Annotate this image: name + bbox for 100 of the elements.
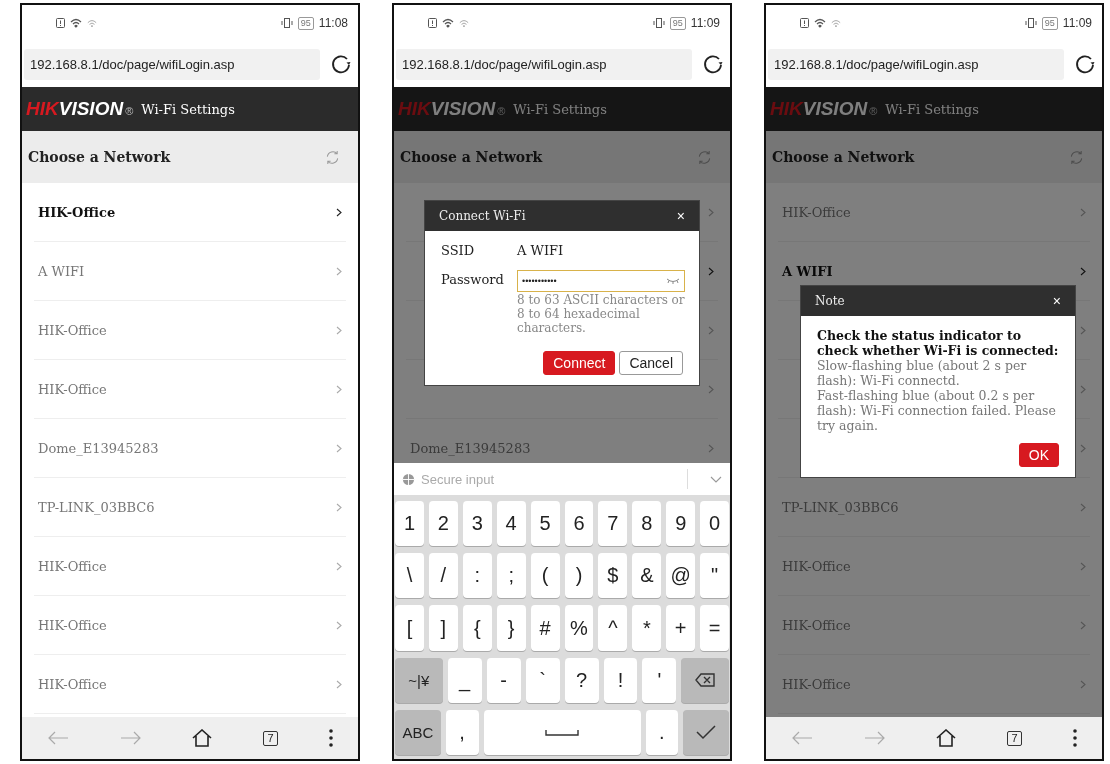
keyboard-key[interactable]: [ bbox=[395, 605, 424, 651]
reload-button[interactable] bbox=[1074, 53, 1096, 75]
backspace-icon bbox=[695, 673, 716, 688]
network-item[interactable]: Dome_E13945283 bbox=[34, 419, 346, 478]
keyboard-key[interactable]: ' bbox=[642, 657, 677, 703]
note-heading: Check the status indicator to check whether Wi-Fi is connected: bbox=[817, 328, 1059, 358]
keyboard-key[interactable]: ^ bbox=[598, 605, 628, 651]
section-title: Choose a Network bbox=[772, 149, 915, 165]
keyboard-key[interactable]: @ bbox=[666, 553, 696, 599]
field-label: SSID bbox=[441, 243, 476, 258]
brand-logo: HIKVISION® bbox=[26, 98, 134, 120]
keyboard-key[interactable]: ( bbox=[530, 553, 560, 599]
section-title: Choose a Network bbox=[28, 149, 171, 165]
keyboard-key[interactable]: 6 bbox=[564, 501, 594, 547]
keyboard-key[interactable]: 8 bbox=[632, 501, 662, 547]
keyboard-key[interactable]: 5 bbox=[530, 501, 560, 547]
vibrate-icon bbox=[280, 18, 293, 28]
keyboard-key[interactable]: 2 bbox=[428, 501, 458, 547]
keyboard-key[interactable]: ABC bbox=[395, 709, 441, 755]
keyboard-key[interactable]: : bbox=[462, 553, 492, 599]
reload-icon bbox=[1074, 53, 1096, 75]
network-item[interactable]: HIK-Office bbox=[34, 301, 346, 360]
tabs-button[interactable]: 7 bbox=[1007, 730, 1023, 746]
keyboard-key[interactable]: 1 bbox=[395, 501, 424, 547]
page-title: Wi-Fi Settings bbox=[141, 101, 235, 117]
keyboard-key[interactable]: 7 bbox=[598, 501, 628, 547]
address-bar[interactable]: 192.168.8.1/doc/page/wifiLogin.asp bbox=[24, 48, 320, 80]
keyboard-key[interactable]: # bbox=[530, 605, 560, 651]
keyboard-key[interactable]: = bbox=[700, 605, 730, 651]
keyboard-key[interactable]: / bbox=[428, 553, 458, 599]
chevron-icon bbox=[336, 384, 342, 394]
chevron-icon bbox=[336, 679, 342, 689]
backspace-key[interactable] bbox=[681, 657, 730, 703]
home-button[interactable] bbox=[936, 729, 957, 747]
clock-time: 11:09 bbox=[690, 16, 720, 30]
keyboard-key[interactable]: 9 bbox=[666, 501, 696, 547]
chevron-icon bbox=[708, 325, 714, 335]
keyboard-key[interactable]: . bbox=[645, 709, 679, 755]
network-item[interactable]: HIK-Office bbox=[34, 360, 346, 419]
chevron-icon bbox=[336, 266, 342, 276]
space-icon bbox=[545, 728, 579, 737]
keyboard-key[interactable]: 4 bbox=[496, 501, 526, 547]
chevron-icon bbox=[1080, 443, 1086, 453]
check-icon bbox=[696, 724, 717, 741]
home-button[interactable] bbox=[192, 729, 213, 747]
wifi-icon bbox=[87, 18, 97, 28]
refresh-icon bbox=[325, 149, 340, 165]
tabs-button[interactable]: 7 bbox=[263, 730, 279, 746]
network-item[interactable]: HIK-Office bbox=[34, 655, 346, 714]
password-field[interactable]: ••••••••••• bbox=[517, 270, 685, 292]
reload-button[interactable] bbox=[702, 53, 724, 75]
keyboard-key[interactable]: ; bbox=[496, 553, 526, 599]
address-bar[interactable]: 192.168.8.1/doc/page/wifiLogin.asp bbox=[768, 48, 1064, 80]
chevron-icon bbox=[1080, 620, 1086, 630]
address-bar[interactable]: 192.168.8.1/doc/page/wifiLogin.asp bbox=[396, 48, 692, 80]
reload-button[interactable] bbox=[330, 53, 352, 75]
network-item[interactable]: TP-LINK_03BBC6 bbox=[34, 478, 346, 537]
wifi-icon bbox=[814, 18, 826, 28]
network-item[interactable]: HIK-Office bbox=[34, 183, 346, 242]
keyboard-key[interactable]: - bbox=[486, 657, 521, 703]
chevron-icon bbox=[336, 502, 342, 512]
keyboard-key[interactable]: $ bbox=[598, 553, 628, 599]
network-item[interactable]: HIK-Office bbox=[34, 537, 346, 596]
clock-time: 11:09 bbox=[1062, 16, 1092, 30]
battery-indicator: 95 bbox=[297, 16, 314, 30]
keyboard-key[interactable]: _ bbox=[447, 657, 482, 703]
keyboard-key[interactable]: ~|¥ bbox=[395, 657, 443, 703]
menu-button[interactable] bbox=[1072, 729, 1077, 747]
secondary-button[interactable]: Cancel bbox=[619, 351, 683, 376]
primary-button[interactable]: Connect bbox=[543, 351, 616, 376]
home-icon bbox=[192, 729, 213, 747]
keyboard-key[interactable]: % bbox=[564, 605, 594, 651]
page-title: Wi-Fi Settings bbox=[885, 101, 979, 117]
keyboard-key[interactable]: ? bbox=[564, 657, 599, 703]
primary-button[interactable]: OK bbox=[1018, 443, 1059, 467]
keyboard-key[interactable]: ] bbox=[428, 605, 458, 651]
network-item[interactable]: HIK-Office bbox=[34, 596, 346, 655]
keyboard-key[interactable]: ` bbox=[525, 657, 560, 703]
ssid-value: A WIFI bbox=[517, 243, 565, 258]
keyboard-key[interactable]: { bbox=[462, 605, 492, 651]
network-item[interactable]: A WIFI bbox=[34, 242, 346, 301]
keyboard-key[interactable]: , bbox=[445, 709, 479, 755]
keyboard-key[interactable]: \ bbox=[395, 553, 424, 599]
keyboard-key[interactable]: } bbox=[496, 605, 526, 651]
close-button[interactable]: × bbox=[676, 208, 685, 224]
menu-icon bbox=[328, 729, 333, 747]
keyboard-key[interactable]: 0 bbox=[700, 501, 730, 547]
chevron-icon bbox=[708, 207, 714, 217]
done-key[interactable] bbox=[683, 709, 729, 755]
brand-logo: HIKVISION® bbox=[770, 98, 878, 120]
chevron-icon bbox=[1080, 561, 1086, 571]
keyboard-key[interactable]: 3 bbox=[462, 501, 492, 547]
menu-button[interactable] bbox=[328, 729, 333, 747]
keyboard-key[interactable]: " bbox=[700, 553, 730, 599]
keyboard-key[interactable]: + bbox=[666, 605, 696, 651]
keyboard-key[interactable]: & bbox=[632, 553, 662, 599]
section-title: Choose a Network bbox=[400, 149, 543, 165]
keyboard-key[interactable]: ) bbox=[564, 553, 594, 599]
keyboard-key[interactable]: * bbox=[632, 605, 662, 651]
keyboard-key[interactable]: ! bbox=[603, 657, 638, 703]
